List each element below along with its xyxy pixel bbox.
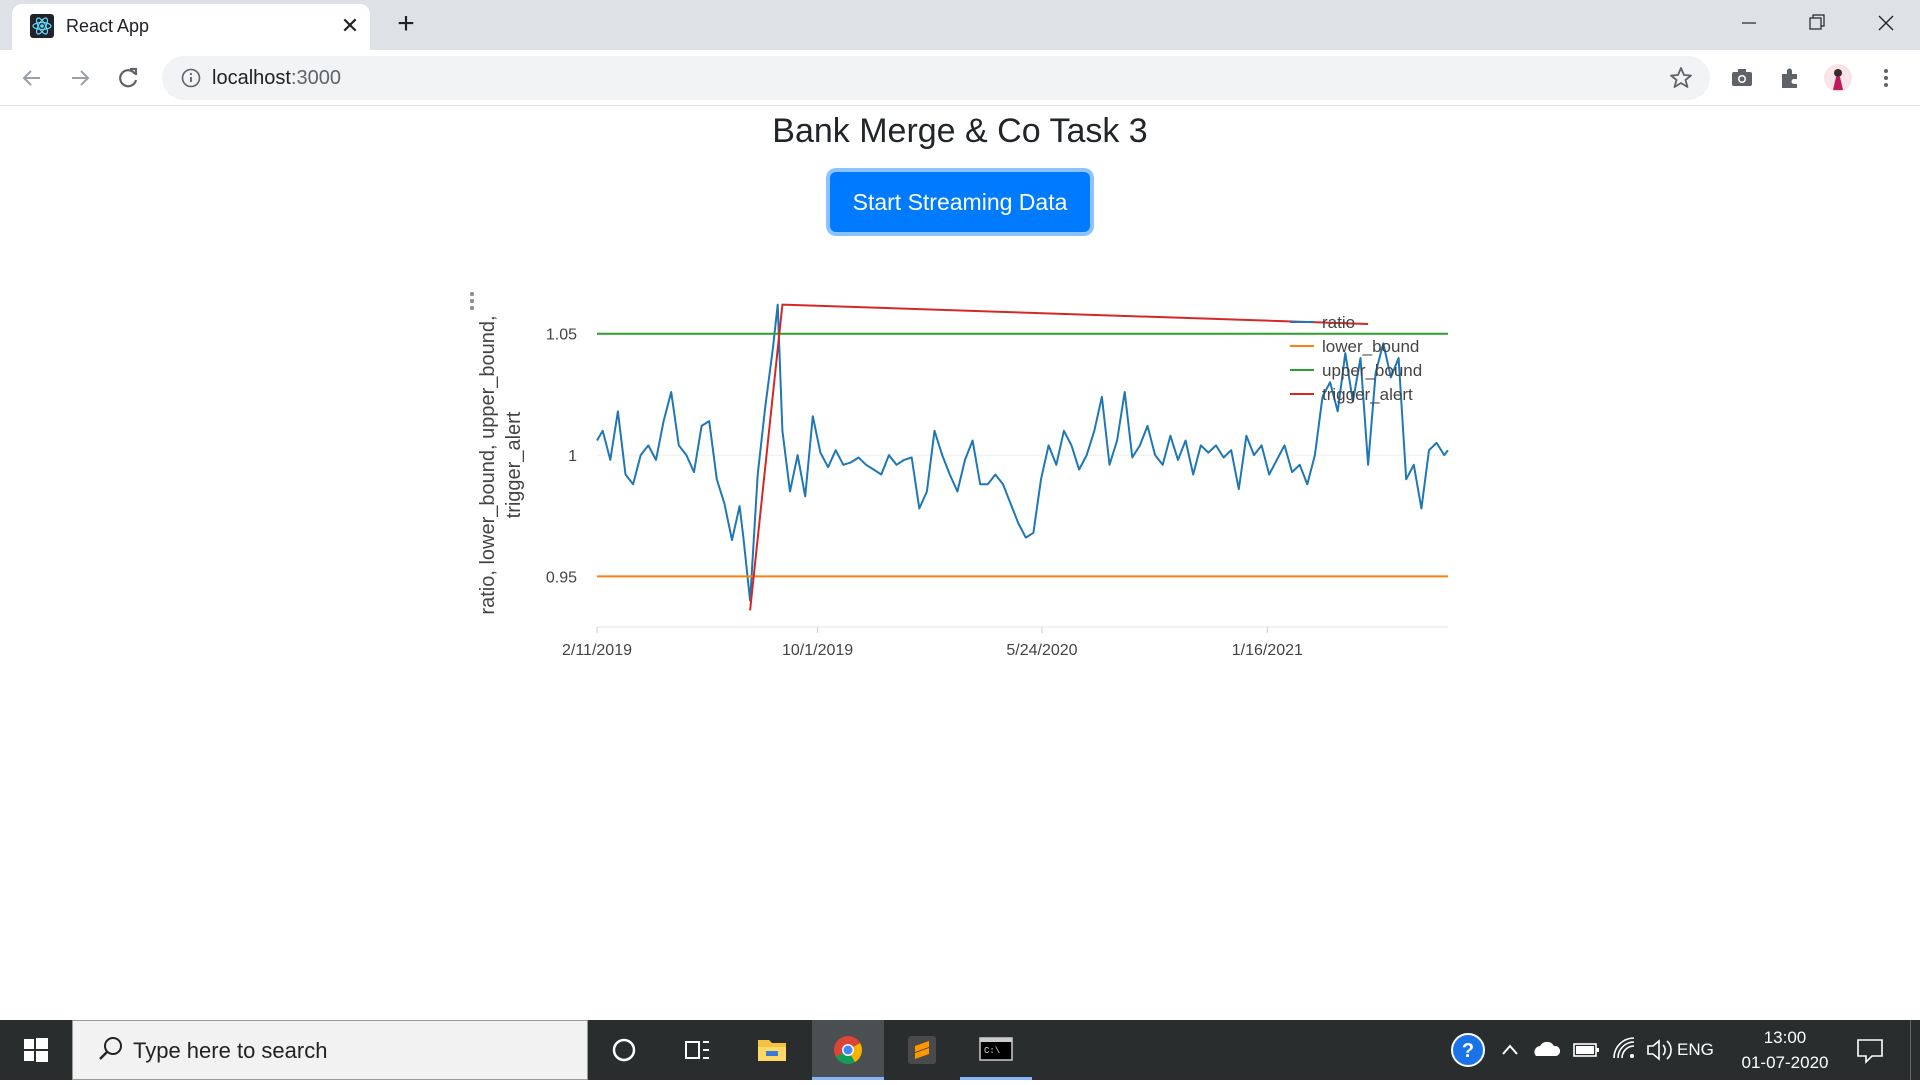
forward-icon[interactable]: [62, 60, 98, 96]
search-icon: [99, 1037, 122, 1060]
restore-icon[interactable]: [1788, 6, 1844, 40]
legend-label-ratio: ratio: [1322, 313, 1355, 332]
address-bar[interactable]: localhost:3000: [162, 56, 1710, 100]
url-host: localhost: [212, 67, 291, 89]
cortana-icon[interactable]: [588, 1020, 660, 1080]
page-title: Bank Merge & Co Task 3: [772, 112, 1148, 150]
battery-icon[interactable]: [1566, 1020, 1606, 1080]
legend-label-upper-bound: upper_bound: [1322, 361, 1422, 380]
clock-date[interactable]: 01-07-2020: [1730, 1053, 1840, 1073]
reload-icon[interactable]: [110, 60, 146, 96]
legend-label-trigger-alert: trigger_alert: [1322, 385, 1413, 404]
react-favicon-icon: [30, 14, 54, 38]
browser-toolbar: localhost:3000: [0, 50, 1920, 106]
y-axis-label: ratio, lower_bound, upper_bound,: [477, 315, 499, 614]
series-line-trigger-alert: [749, 303, 1369, 611]
minimize-icon[interactable]: [1720, 6, 1776, 40]
bookmark-star-icon[interactable]: [1668, 65, 1694, 91]
language-indicator[interactable]: ENG: [1677, 1040, 1714, 1060]
new-tab-icon[interactable]: +: [390, 8, 422, 40]
search-placeholder: Type here to search: [133, 1038, 328, 1063]
show-desktop-button[interactable]: [1910, 1020, 1920, 1080]
volume-icon[interactable]: [1642, 1020, 1678, 1080]
close-window-icon[interactable]: [1858, 6, 1914, 40]
tab-close-icon[interactable]: ✕: [336, 12, 364, 40]
taskbar-search-box[interactable]: Type here to search: [72, 1020, 588, 1080]
task-view-icon[interactable]: [660, 1020, 732, 1080]
browser-tab[interactable]: React App ✕: [12, 4, 370, 50]
tab-title: React App: [66, 16, 150, 36]
site-info-icon[interactable]: [180, 67, 202, 89]
x-tick-label: 5/24/2020: [1006, 642, 1077, 659]
extensions-puzzle-icon[interactable]: [1774, 62, 1806, 94]
url-text[interactable]: localhost:3000: [212, 67, 341, 90]
chrome-taskbar-icon[interactable]: [812, 1020, 884, 1080]
series-line-ratio: [596, 303, 1449, 602]
windows-taskbar: Type here to search C:\ ? ENG 13:00 01-0…: [0, 1020, 1920, 1080]
legend-label-lower-bound: lower_bound: [1322, 337, 1419, 356]
url-port: :3000: [290, 67, 341, 89]
y-tick-label: 1.05: [546, 327, 577, 344]
x-tick-label: 2/11/2019: [562, 642, 632, 659]
x-tick-label: 1/16/2021: [1232, 642, 1303, 659]
windows-start-icon[interactable]: [0, 1020, 72, 1080]
profile-avatar-icon[interactable]: [1822, 62, 1854, 94]
browser-menu-icon[interactable]: [1870, 62, 1902, 94]
notifications-icon[interactable]: [1842, 1020, 1898, 1080]
ratio-chart: 1.05 1 0.95 2/11/2019 10/1/2019 5/24/2020 1/16…: [470, 292, 1449, 659]
modebar-menu-icon[interactable]: [470, 292, 474, 310]
svg-text:?: ?: [1462, 1040, 1474, 1062]
onedrive-cloud-icon[interactable]: [1526, 1020, 1566, 1080]
start-streaming-button[interactable]: Start Streaming Data: [830, 172, 1090, 232]
show-hidden-icons-chevron-icon[interactable]: [1494, 1020, 1526, 1080]
wifi-icon[interactable]: [1606, 1020, 1644, 1080]
sublime-text-icon[interactable]: [886, 1020, 958, 1080]
y-tick-label: 0.95: [546, 569, 577, 586]
help-question-icon[interactable]: ?: [1440, 1020, 1496, 1080]
back-icon[interactable]: [14, 60, 50, 96]
x-tick-label: 10/1/2019: [782, 642, 853, 659]
y-tick-label: 1: [568, 448, 577, 465]
camera-icon[interactable]: [1726, 62, 1758, 94]
browser-tab-strip: React App ✕ +: [0, 0, 1920, 50]
file-explorer-icon[interactable]: [736, 1020, 808, 1080]
svg-text:C:\: C:\: [984, 1046, 1000, 1056]
y-axis-label: trigger_alert: [503, 411, 525, 518]
command-prompt-icon[interactable]: C:\: [960, 1020, 1032, 1080]
clock-time[interactable]: 13:00: [1736, 1028, 1834, 1048]
